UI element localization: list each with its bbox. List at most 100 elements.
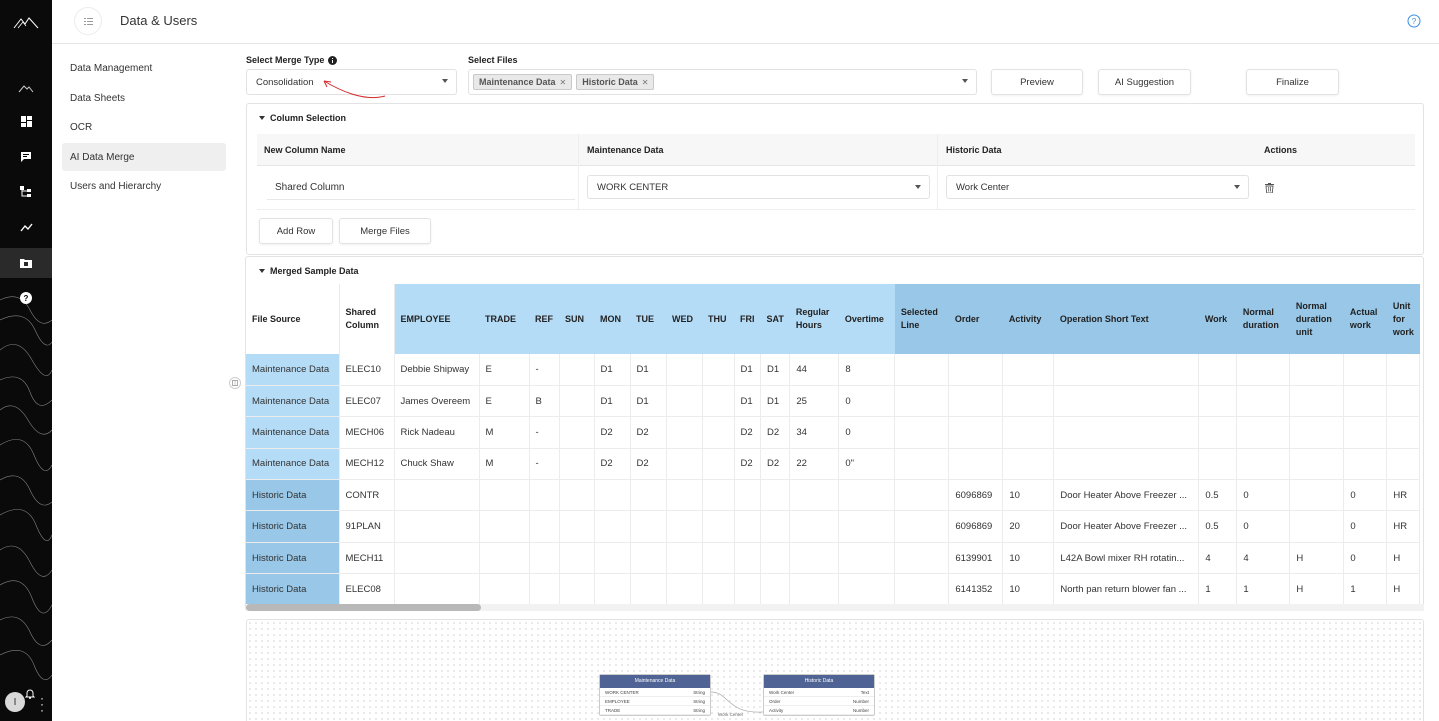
column-header[interactable]: Overtime — [838, 284, 895, 354]
table-cell[interactable]: H — [1386, 542, 1421, 575]
table-cell[interactable] — [594, 573, 631, 604]
table-cell[interactable] — [1236, 354, 1291, 386]
table-cell[interactable] — [838, 542, 896, 575]
table-cell[interactable]: 1 — [1236, 573, 1291, 604]
table-cell[interactable] — [1002, 448, 1055, 481]
table-cell[interactable]: D1 — [630, 354, 667, 386]
table-cell[interactable] — [760, 573, 791, 604]
table-cell[interactable] — [734, 479, 761, 512]
column-header[interactable]: TUE — [630, 284, 666, 354]
table-cell[interactable] — [702, 416, 735, 449]
table-cell[interactable] — [1053, 354, 1200, 386]
table-cell[interactable] — [1198, 448, 1238, 481]
file-source-cell[interactable]: Historic Data — [246, 573, 340, 604]
table-cell[interactable]: Rick Nadeau — [394, 416, 480, 449]
column-header[interactable]: Unit for work — [1386, 284, 1420, 354]
table-cell[interactable] — [666, 479, 703, 512]
table-cell[interactable] — [529, 510, 560, 543]
chat-icon[interactable] — [18, 149, 34, 165]
hierarchy-icon[interactable] — [18, 184, 34, 200]
table-cell[interactable] — [789, 542, 840, 575]
diagram-node-maintenance[interactable]: Maintenance Data WORK CENTER String EMPLO… — [599, 674, 711, 716]
column-header[interactable]: TRADE — [479, 284, 529, 354]
table-cell[interactable]: 0 — [1236, 510, 1291, 543]
column-header[interactable]: WED — [666, 284, 702, 354]
data-merge-icon[interactable] — [0, 248, 52, 278]
column-header[interactable]: Order — [948, 284, 1003, 354]
file-source-cell[interactable]: Maintenance Data — [246, 448, 340, 481]
column-header[interactable]: Actual work — [1343, 284, 1387, 354]
table-cell[interactable] — [894, 385, 950, 418]
table-cell[interactable]: 4 — [1198, 542, 1238, 575]
table-cell[interactable] — [838, 573, 896, 604]
table-cell[interactable]: Debbie Shipway — [394, 354, 480, 386]
table-cell[interactable] — [894, 542, 950, 575]
table-cell[interactable]: D2 — [760, 448, 791, 481]
table-cell[interactable]: 91PLAN — [339, 510, 395, 543]
table-cell[interactable]: 8 — [838, 354, 896, 386]
column-header[interactable]: Work — [1198, 284, 1237, 354]
table-cell[interactable]: M — [479, 448, 530, 481]
table-cell[interactable]: D2 — [734, 448, 761, 481]
close-icon[interactable]: ✕ — [560, 78, 567, 87]
table-cell[interactable] — [702, 542, 735, 575]
table-cell[interactable]: D2 — [594, 416, 631, 449]
merge-files-button[interactable]: Merge Files — [339, 218, 431, 244]
menu-toggle-button[interactable] — [74, 7, 102, 35]
table-cell[interactable]: 0 — [1343, 479, 1388, 512]
table-cell[interactable]: 0.5 — [1198, 479, 1238, 512]
table-cell[interactable] — [1236, 448, 1291, 481]
table-cell[interactable] — [630, 573, 667, 604]
table-row[interactable]: Historic Data 91PLAN 6096869 20 Door Heater … — [246, 510, 1421, 543]
table-cell[interactable]: Door Heater Above Freezer ... — [1053, 479, 1200, 512]
table-cell[interactable]: D2 — [630, 448, 667, 481]
table-cell[interactable]: ELEC08 — [339, 573, 395, 604]
table-cell[interactable]: 6096869 — [948, 479, 1004, 512]
table-cell[interactable] — [894, 479, 950, 512]
column-header[interactable]: MON — [594, 284, 630, 354]
table-cell[interactable] — [559, 416, 595, 449]
table-cell[interactable] — [594, 542, 631, 575]
table-cell[interactable] — [394, 573, 480, 604]
table-cell[interactable] — [394, 479, 480, 512]
table-cell[interactable] — [1343, 385, 1388, 418]
add-row-button[interactable]: Add Row — [259, 218, 333, 244]
table-cell[interactable] — [702, 479, 735, 512]
table-cell[interactable] — [1289, 510, 1345, 543]
column-header[interactable]: EMPLOYEE — [394, 284, 479, 354]
table-cell[interactable] — [630, 479, 667, 512]
mountain-icon[interactable] — [18, 80, 34, 96]
file-source-cell[interactable]: Maintenance Data — [246, 385, 340, 418]
brand-logo-icon[interactable] — [13, 14, 39, 30]
table-cell[interactable] — [1386, 448, 1421, 481]
table-cell[interactable]: D1 — [594, 354, 631, 386]
column-header[interactable]: Operation Short Text — [1053, 284, 1199, 354]
table-cell[interactable] — [666, 573, 703, 604]
table-cell[interactable] — [394, 510, 480, 543]
table-cell[interactable] — [1053, 448, 1200, 481]
table-cell[interactable]: James Overeem — [394, 385, 480, 418]
column-header[interactable]: SAT — [760, 284, 790, 354]
column-header[interactable]: File Source — [246, 284, 340, 354]
table-cell[interactable]: E — [479, 385, 530, 418]
column-header[interactable]: SUN — [559, 284, 594, 354]
table-cell[interactable]: D1 — [630, 385, 667, 418]
table-cell[interactable]: 6096869 — [948, 510, 1004, 543]
table-cell[interactable] — [1343, 354, 1388, 386]
sidebar-item-users-and-hierarchy[interactable]: Users and Hierarchy — [62, 172, 226, 200]
file-source-cell[interactable]: Historic Data — [246, 510, 340, 543]
table-cell[interactable] — [948, 354, 1004, 386]
table-cell[interactable]: ELEC07 — [339, 385, 395, 418]
table-cell[interactable] — [789, 510, 840, 543]
table-cell[interactable] — [734, 542, 761, 575]
table-cell[interactable]: 44 — [789, 354, 840, 386]
table-cell[interactable]: 10 — [1002, 542, 1055, 575]
table-cell[interactable]: MECH12 — [339, 448, 395, 481]
table-cell[interactable] — [702, 510, 735, 543]
table-cell[interactable] — [1198, 416, 1238, 449]
info-icon[interactable] — [328, 55, 338, 65]
table-cell[interactable]: 25 — [789, 385, 840, 418]
table-cell[interactable]: - — [529, 448, 560, 481]
table-row[interactable]: Maintenance Data ELEC10 Debbie Shipway E - D1… — [246, 354, 1421, 386]
table-cell[interactable]: 6139901 — [948, 542, 1004, 575]
